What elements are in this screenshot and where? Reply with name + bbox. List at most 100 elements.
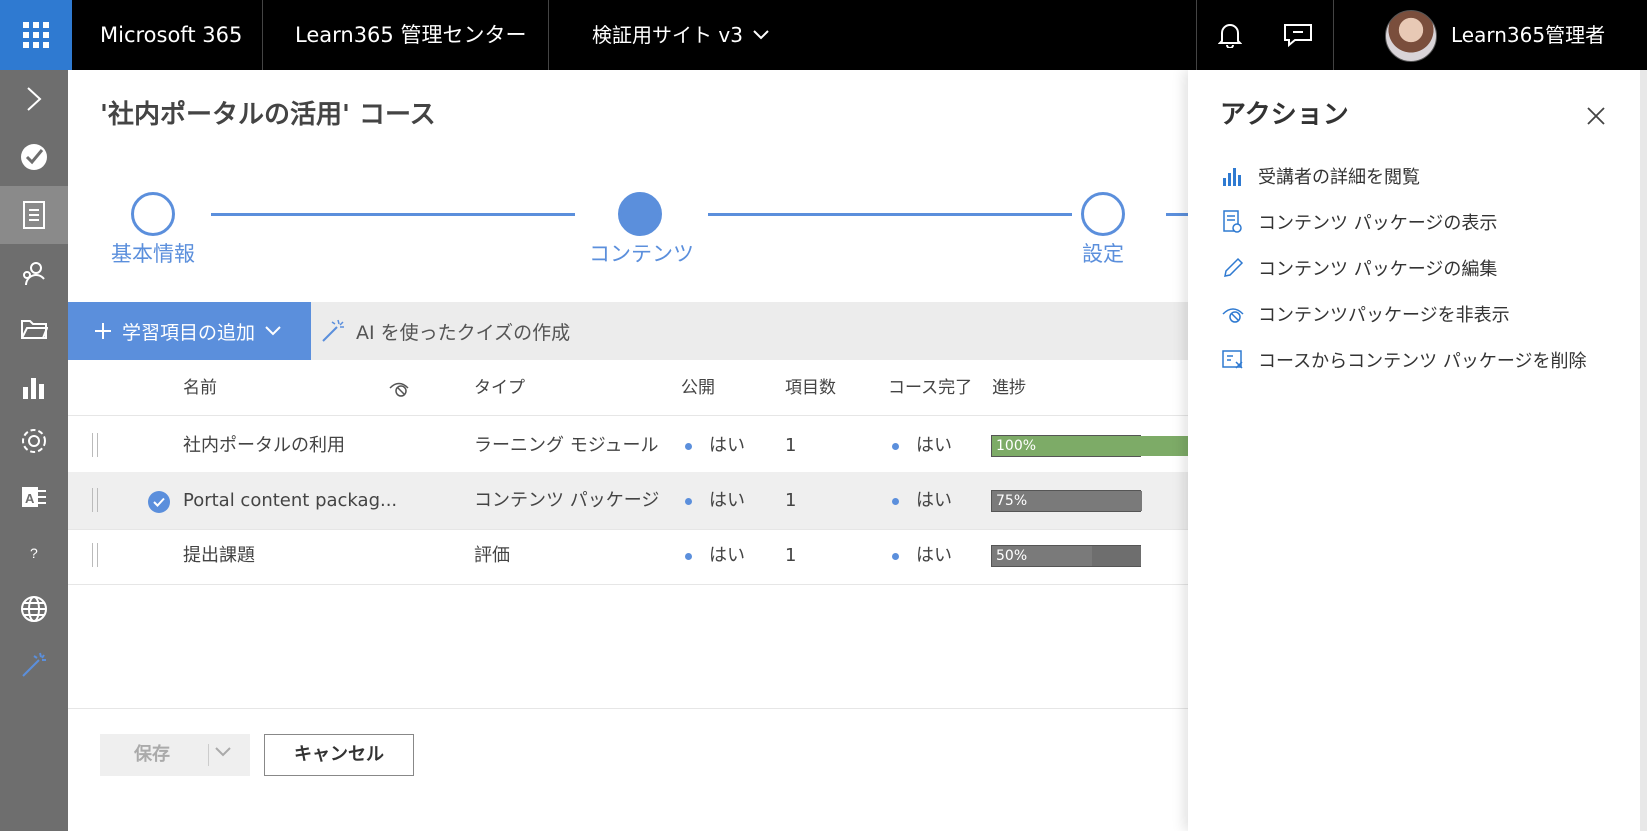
nav-reports[interactable] [0, 358, 68, 416]
action-label: コースからコンテンツ パッケージを削除 [1258, 351, 1587, 372]
ai-quiz-button[interactable]: AI を使ったクイズの作成 [320, 302, 570, 360]
table-row[interactable]: 社内ポータルの利用 ラーニング モジュール はい 1 はい 100% [68, 417, 1192, 475]
hidden-column-header[interactable] [388, 378, 410, 398]
column-header-progress[interactable]: 進捗 [992, 360, 1026, 416]
progress-label: 100% [996, 438, 1037, 454]
drag-handle[interactable] [92, 543, 98, 567]
row-name: Portal content packag... [183, 490, 398, 511]
site-picker[interactable]: 検証用サイト v3 [592, 0, 769, 70]
notifications-button[interactable] [1198, 0, 1262, 70]
people-icon [23, 262, 45, 286]
row-published: はい [685, 417, 745, 475]
feedback-button[interactable] [1266, 0, 1330, 70]
admin-center-title[interactable]: Learn365 管理センター [295, 0, 526, 70]
document-icon [23, 201, 45, 229]
nav-files[interactable] [0, 300, 68, 358]
step-basic-info-label[interactable]: 基本情報 [111, 238, 195, 268]
table-row[interactable]: Portal content packag... コンテンツ パッケージ はい … [68, 472, 1188, 530]
command-bar: 学習項目の追加 AI を使ったクイズの作成 [68, 302, 1188, 360]
row-selected-check[interactable] [148, 491, 170, 513]
hide-icon [1220, 301, 1246, 327]
chevron-right-icon [27, 87, 42, 111]
action-hide-content-package[interactable]: コンテンツパッケージを非表示 [1220, 299, 1510, 329]
nav-courses[interactable] [0, 186, 68, 244]
action-view-learner-details[interactable]: 受講者の詳細を閲覧 [1220, 161, 1420, 191]
row-published: はい [685, 472, 745, 530]
remove-package-icon [1220, 347, 1246, 373]
nav-language[interactable] [0, 580, 68, 638]
divider [1196, 0, 1197, 70]
progress-label: 75% [996, 493, 1028, 509]
nav-help[interactable]: ? [0, 524, 68, 582]
step-settings-label[interactable]: 設定 [1082, 238, 1124, 268]
table-row[interactable]: 提出課題 評価 はい 1 はい 50% [68, 527, 1188, 585]
nav-assessments[interactable]: A [0, 468, 68, 526]
step-settings-circle[interactable] [1081, 192, 1125, 236]
user-name[interactable]: Learn365管理者 [1451, 0, 1605, 70]
column-header-name[interactable]: 名前 [183, 360, 217, 416]
assessment-icon: A [22, 487, 46, 507]
column-header-type[interactable]: タイプ [474, 360, 525, 416]
row-course-complete: はい [892, 527, 952, 585]
action-label: 受講者の詳細を閲覧 [1258, 167, 1420, 188]
add-learning-item-label: 学習項目の追加 [122, 321, 256, 344]
add-learning-item-button[interactable]: 学習項目の追加 [68, 302, 311, 360]
footer-bar: 保存 キャンセル [68, 708, 1188, 795]
step-connector [211, 213, 575, 216]
column-header-published[interactable]: 公開 [681, 360, 715, 416]
table-header: 名前 タイプ 公開 項目数 コース完了 進捗 [68, 360, 1188, 416]
panel-title: アクション [1220, 100, 1349, 130]
status-dot [892, 442, 899, 450]
action-label: コンテンツパッケージを非表示 [1258, 305, 1510, 326]
hide-icon [389, 382, 409, 397]
status-dot [892, 497, 899, 505]
status-dot [685, 497, 692, 505]
bar-chart-icon [1220, 163, 1246, 189]
row-name: 提出課題 [183, 545, 255, 566]
status-dot [685, 552, 692, 560]
divider [262, 0, 263, 70]
cancel-button[interactable]: キャンセル [264, 734, 414, 776]
step-content-circle[interactable] [618, 192, 662, 236]
row-type: ラーニング モジュール [474, 435, 659, 456]
left-navigation-rail: A ? [0, 70, 68, 831]
page-title: '社内ポータルの活用' コース [100, 100, 436, 130]
chevron-down-icon [753, 30, 769, 40]
chevron-down-icon[interactable] [215, 747, 231, 757]
expand-nav-button[interactable] [0, 70, 68, 128]
save-button[interactable]: 保存 [100, 734, 250, 776]
divider [1333, 0, 1334, 70]
avatar[interactable] [1385, 10, 1437, 62]
progress-bar: 75% [991, 490, 1142, 512]
action-label: コンテンツ パッケージの編集 [1258, 259, 1498, 280]
action-edit-content-package[interactable]: コンテンツ パッケージの編集 [1220, 253, 1497, 283]
row-published: はい [685, 527, 745, 585]
row-type: 評価 [474, 545, 510, 566]
app-launcher-button[interactable] [0, 0, 72, 70]
scrollbar[interactable] [1640, 70, 1647, 831]
action-remove-content-package[interactable]: コースからコンテンツ パッケージを削除 [1220, 345, 1586, 375]
close-icon[interactable] [1584, 104, 1608, 128]
nav-settings[interactable] [0, 412, 68, 470]
pencil-icon [1220, 255, 1246, 281]
feedback-icon [1284, 24, 1312, 48]
waffle-icon [23, 22, 49, 48]
nav-ai[interactable] [0, 636, 68, 694]
brand-name[interactable]: Microsoft 365 [100, 0, 242, 70]
row-course-complete-value: はい [916, 490, 952, 511]
drag-handle[interactable] [92, 488, 98, 512]
column-header-item-count[interactable]: 項目数 [785, 360, 836, 416]
column-header-course-complete[interactable]: コース完了 [888, 360, 972, 416]
magic-wand-icon [22, 652, 46, 677]
question-icon: ? [30, 545, 38, 561]
drag-handle[interactable] [92, 433, 98, 457]
row-course-complete-value: はい [916, 545, 952, 566]
progress-label: 50% [996, 548, 1028, 564]
nav-users[interactable] [0, 244, 68, 302]
row-published-value: はい [709, 435, 745, 456]
nav-home[interactable] [0, 128, 68, 186]
action-view-content-package[interactable]: コンテンツ パッケージの表示 [1220, 207, 1497, 237]
top-bar: Microsoft 365 Learn365 管理センター 検証用サイト v3 … [0, 0, 1647, 70]
step-content-label[interactable]: コンテンツ [589, 238, 694, 268]
step-basic-info-circle[interactable] [131, 192, 175, 236]
